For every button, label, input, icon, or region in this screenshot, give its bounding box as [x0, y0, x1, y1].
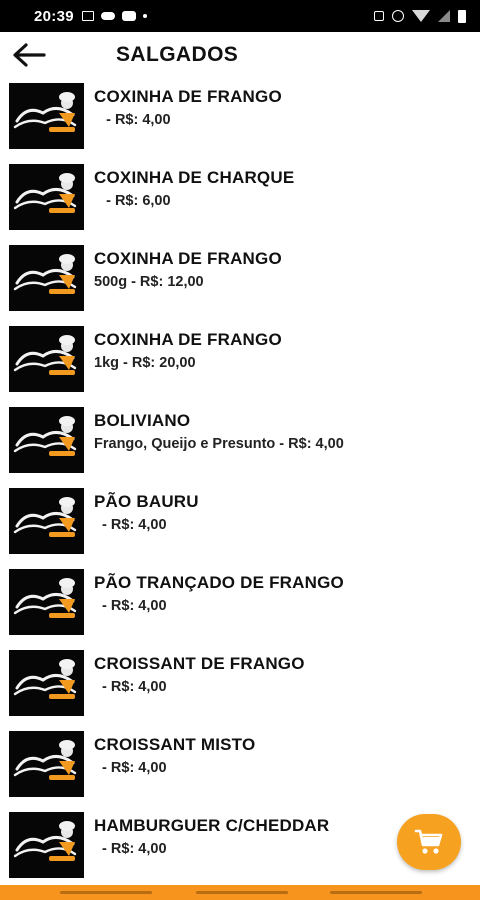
nav-home-handle[interactable] — [196, 891, 288, 894]
battery-icon — [458, 9, 466, 23]
image-icon — [81, 11, 94, 21]
product-item[interactable]: CROISSANT DE FRANGO - R$: 4,00 — [0, 648, 480, 729]
product-text: COXINHA DE CHARQUE - R$: 6,00 — [94, 168, 294, 210]
signal-icon — [438, 10, 450, 22]
product-logo-image — [9, 326, 84, 392]
product-price: 1kg - R$: 20,00 — [94, 355, 196, 371]
status-bar: 20:39 — [0, 0, 480, 32]
product-price: - R$: 4,00 — [94, 760, 167, 776]
page-title: SALGADOS — [116, 43, 239, 66]
status-time: 20:39 — [34, 7, 74, 25]
product-item[interactable]: COXINHA DE CHARQUE - R$: 6,00 — [0, 162, 480, 243]
product-name: CROISSANT MISTO — [94, 735, 256, 754]
youtube-icon — [121, 11, 136, 21]
product-name: COXINHA DE FRANGO — [94, 330, 282, 349]
product-text: CROISSANT DE FRANGO - R$: 4,00 — [94, 654, 305, 696]
product-logo-image — [9, 488, 84, 554]
dot-icon — [142, 14, 147, 18]
product-logo-image — [9, 245, 84, 311]
product-item[interactable]: BOLIVIANO Frango, Queijo e Presunto - R$:… — [0, 405, 480, 486]
cloud-icon — [100, 12, 115, 20]
product-price: - R$: 4,00 — [94, 598, 167, 614]
product-logo-image — [9, 83, 84, 149]
product-name: COXINHA DE FRANGO — [94, 249, 282, 268]
product-item[interactable]: CROISSANT MISTO - R$: 4,00 — [0, 729, 480, 810]
product-item[interactable]: PÃO BAURU - R$: 4,00 — [0, 486, 480, 567]
product-text: BOLIVIANO Frango, Queijo e Presunto - R$:… — [94, 411, 344, 453]
status-right — [374, 9, 466, 23]
wifi-icon — [412, 10, 430, 22]
product-logo-image — [9, 164, 84, 230]
product-name: PÃO TRANÇADO DE FRANGO — [94, 573, 344, 592]
product-name: COXINHA DE FRANGO — [94, 87, 282, 106]
product-logo-image — [9, 812, 84, 878]
product-text: COXINHA DE FRANGO - R$: 4,00 — [94, 87, 282, 129]
product-price: - R$: 4,00 — [94, 841, 167, 857]
product-list: COXINHA DE FRANGO - R$: 4,00 COXINHA DE … — [0, 81, 480, 891]
product-text: CROISSANT MISTO - R$: 4,00 — [94, 735, 255, 777]
product-name: BOLIVIANO — [94, 411, 191, 430]
status-notification-icons — [81, 11, 147, 21]
product-name: HAMBURGUER C/CHEDDAR — [94, 816, 330, 835]
arrow-left-icon — [13, 43, 46, 67]
product-text: HAMBURGUER C/CHEDDAR - R$: 4,00 — [94, 816, 329, 858]
product-item[interactable]: COXINHA DE FRANGO 1kg - R$: 20,00 — [0, 324, 480, 405]
alarm-icon — [392, 10, 404, 22]
product-name: CROISSANT DE FRANGO — [94, 654, 305, 673]
bottom-nav-bar — [0, 885, 480, 900]
product-price: - R$: 4,00 — [94, 112, 171, 128]
product-item[interactable]: COXINHA DE FRANGO - R$: 4,00 — [0, 81, 480, 162]
product-text: COXINHA DE FRANGO 500g - R$: 12,00 — [94, 249, 282, 291]
lock-icon — [374, 11, 384, 21]
product-logo-image — [9, 407, 84, 473]
product-text: COXINHA DE FRANGO 1kg - R$: 20,00 — [94, 330, 282, 372]
cart-icon — [414, 829, 443, 854]
product-price: 500g - R$: 12,00 — [94, 274, 204, 290]
product-price: - R$: 4,00 — [94, 679, 167, 695]
status-left: 20:39 — [34, 8, 147, 25]
product-text: PÃO BAURU - R$: 4,00 — [94, 492, 199, 534]
product-item[interactable]: COXINHA DE FRANGO 500g - R$: 12,00 — [0, 243, 480, 324]
product-price: - R$: 6,00 — [94, 193, 171, 209]
product-price: Frango, Queijo e Presunto - R$: 4,00 — [94, 436, 344, 452]
nav-recent-handle[interactable] — [60, 891, 152, 894]
product-logo-image — [9, 731, 84, 797]
nav-back-handle[interactable] — [330, 891, 422, 894]
cart-button[interactable] — [397, 814, 461, 870]
product-name: PÃO BAURU — [94, 492, 199, 511]
product-text: PÃO TRANÇADO DE FRANGO - R$: 4,00 — [94, 573, 344, 615]
product-logo-image — [9, 650, 84, 716]
product-price: - R$: 4,00 — [94, 517, 167, 533]
product-logo-image — [9, 569, 84, 635]
back-button[interactable] — [0, 32, 56, 78]
product-name: COXINHA DE CHARQUE — [94, 168, 295, 187]
product-item[interactable]: PÃO TRANÇADO DE FRANGO - R$: 4,00 — [0, 567, 480, 648]
app-bar: SALGADOS — [0, 32, 480, 78]
